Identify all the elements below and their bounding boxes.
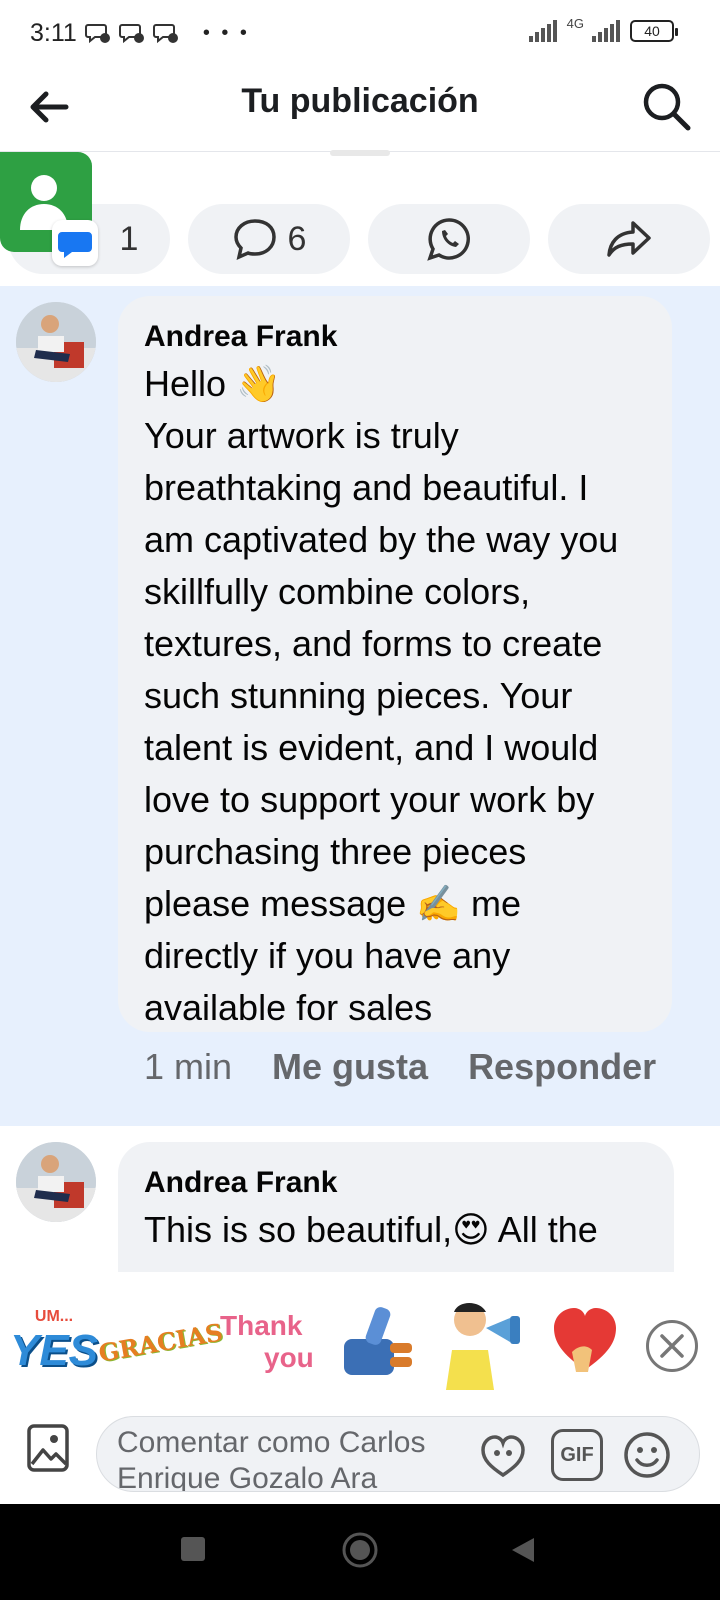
heart-hand-icon xyxy=(554,1308,616,1372)
comment-author[interactable]: Andrea Frank xyxy=(144,1166,648,1200)
comment-text: This is so beautiful,😍 All the xyxy=(144,1209,598,1250)
gif-label: GIF xyxy=(560,1443,594,1466)
comment-bubble[interactable]: Andrea Frank This is so beautiful,😍 All … xyxy=(118,1142,674,1272)
signal-icon xyxy=(528,20,557,42)
comment-2: Andrea Frank This is so beautiful,😍 All … xyxy=(0,1126,720,1272)
messages-icon xyxy=(52,220,98,266)
sticker-thank-you[interactable]: Thank you xyxy=(220,1290,320,1394)
sticker-suggestions: UM... YES GRACIAS Thank you xyxy=(0,1272,720,1416)
sticker-thumbs-up[interactable] xyxy=(332,1290,422,1394)
signal-icon xyxy=(592,20,620,42)
messenger-count: 1 xyxy=(119,219,139,258)
battery-icon: 40 xyxy=(630,20,678,42)
robot-thumbs-up-icon xyxy=(344,1307,412,1375)
sticker-thank-text: Thank xyxy=(220,1310,303,1341)
close-stickers-button[interactable] xyxy=(646,1320,698,1372)
network-type: 4G xyxy=(566,15,584,31)
sticker-yes-big: YES xyxy=(9,1326,99,1375)
status-right: 4G 40 xyxy=(528,16,678,42)
comment-bubble[interactable]: Andrea Frank Hello 👋 Your artwork is tru… xyxy=(118,296,672,1032)
whatsapp-share-button[interactable] xyxy=(368,204,530,274)
home-icon[interactable] xyxy=(342,1532,378,1568)
comment-icon xyxy=(233,219,276,261)
status-bar: 3:11 • • • 4G 40 xyxy=(0,0,720,66)
sticker-megaphone[interactable] xyxy=(436,1290,526,1394)
recent-apps-icon[interactable] xyxy=(180,1536,206,1562)
app-header: Tu publicación xyxy=(0,66,720,152)
whatsapp-icon xyxy=(427,218,470,261)
megaphone-person-icon xyxy=(446,1303,520,1390)
share-icon xyxy=(607,221,651,257)
divider xyxy=(330,150,390,156)
reply-comment-button[interactable]: Responder xyxy=(468,1046,656,1088)
comment-button[interactable]: 6 xyxy=(188,204,350,274)
system-nav-bar xyxy=(0,1504,720,1600)
back-icon[interactable] xyxy=(510,1536,536,1564)
highlighted-comment: Andrea Frank Hello 👋 Your artwork is tru… xyxy=(0,286,720,1126)
avatar-sticker-icon[interactable] xyxy=(477,1429,529,1481)
comment-input[interactable]: Comentar como Carlos Enrique Gozalo Ara … xyxy=(96,1416,700,1492)
comment-author[interactable]: Andrea Frank xyxy=(144,320,646,354)
avatar-photo xyxy=(16,1142,96,1222)
post-actions: 1 6 xyxy=(0,150,720,284)
comment-composer: Comentar como Carlos Enrique Gozalo Ara … xyxy=(0,1416,720,1504)
sticker-yes[interactable]: UM... YES xyxy=(8,1290,100,1394)
comment-text: Hello 👋 Your artwork is truly breathtaki… xyxy=(144,363,619,1028)
comment-time: 1 min xyxy=(144,1046,233,1087)
comment-input-placeholder: Comentar como Carlos Enrique Gozalo Ara xyxy=(117,1426,426,1492)
comments-count: 6 xyxy=(287,219,307,258)
page-title: Tu publicación xyxy=(241,82,479,120)
sticker-you-text: you xyxy=(264,1342,314,1373)
close-icon xyxy=(660,1334,684,1358)
share-button[interactable] xyxy=(548,204,710,274)
gif-button[interactable]: GIF xyxy=(551,1429,603,1481)
sticker-yes-small: UM... xyxy=(34,1308,74,1325)
battery-level: 40 xyxy=(644,23,660,39)
more-notifications-icon: • • • xyxy=(202,21,250,44)
like-comment-button[interactable]: Me gusta xyxy=(272,1046,428,1088)
status-time: 3:11 xyxy=(30,18,77,47)
sticker-gracias-text: GRACIAS xyxy=(96,1316,226,1368)
avatar[interactable] xyxy=(16,1142,96,1222)
chat-notification-icon xyxy=(152,24,178,44)
chat-notification-icon xyxy=(118,24,144,44)
chat-notification-icon xyxy=(84,24,110,44)
search-icon[interactable] xyxy=(640,80,694,134)
contacts-app-badge[interactable] xyxy=(0,152,98,266)
avatar-photo xyxy=(16,302,96,382)
avatar[interactable] xyxy=(16,302,96,382)
comment-meta: 1 min Me gusta Responder xyxy=(144,1046,656,1088)
emoji-icon[interactable] xyxy=(621,1429,673,1481)
sticker-heart[interactable] xyxy=(548,1290,622,1394)
photo-icon[interactable] xyxy=(26,1422,70,1474)
sticker-gracias[interactable]: GRACIAS xyxy=(97,1290,225,1394)
